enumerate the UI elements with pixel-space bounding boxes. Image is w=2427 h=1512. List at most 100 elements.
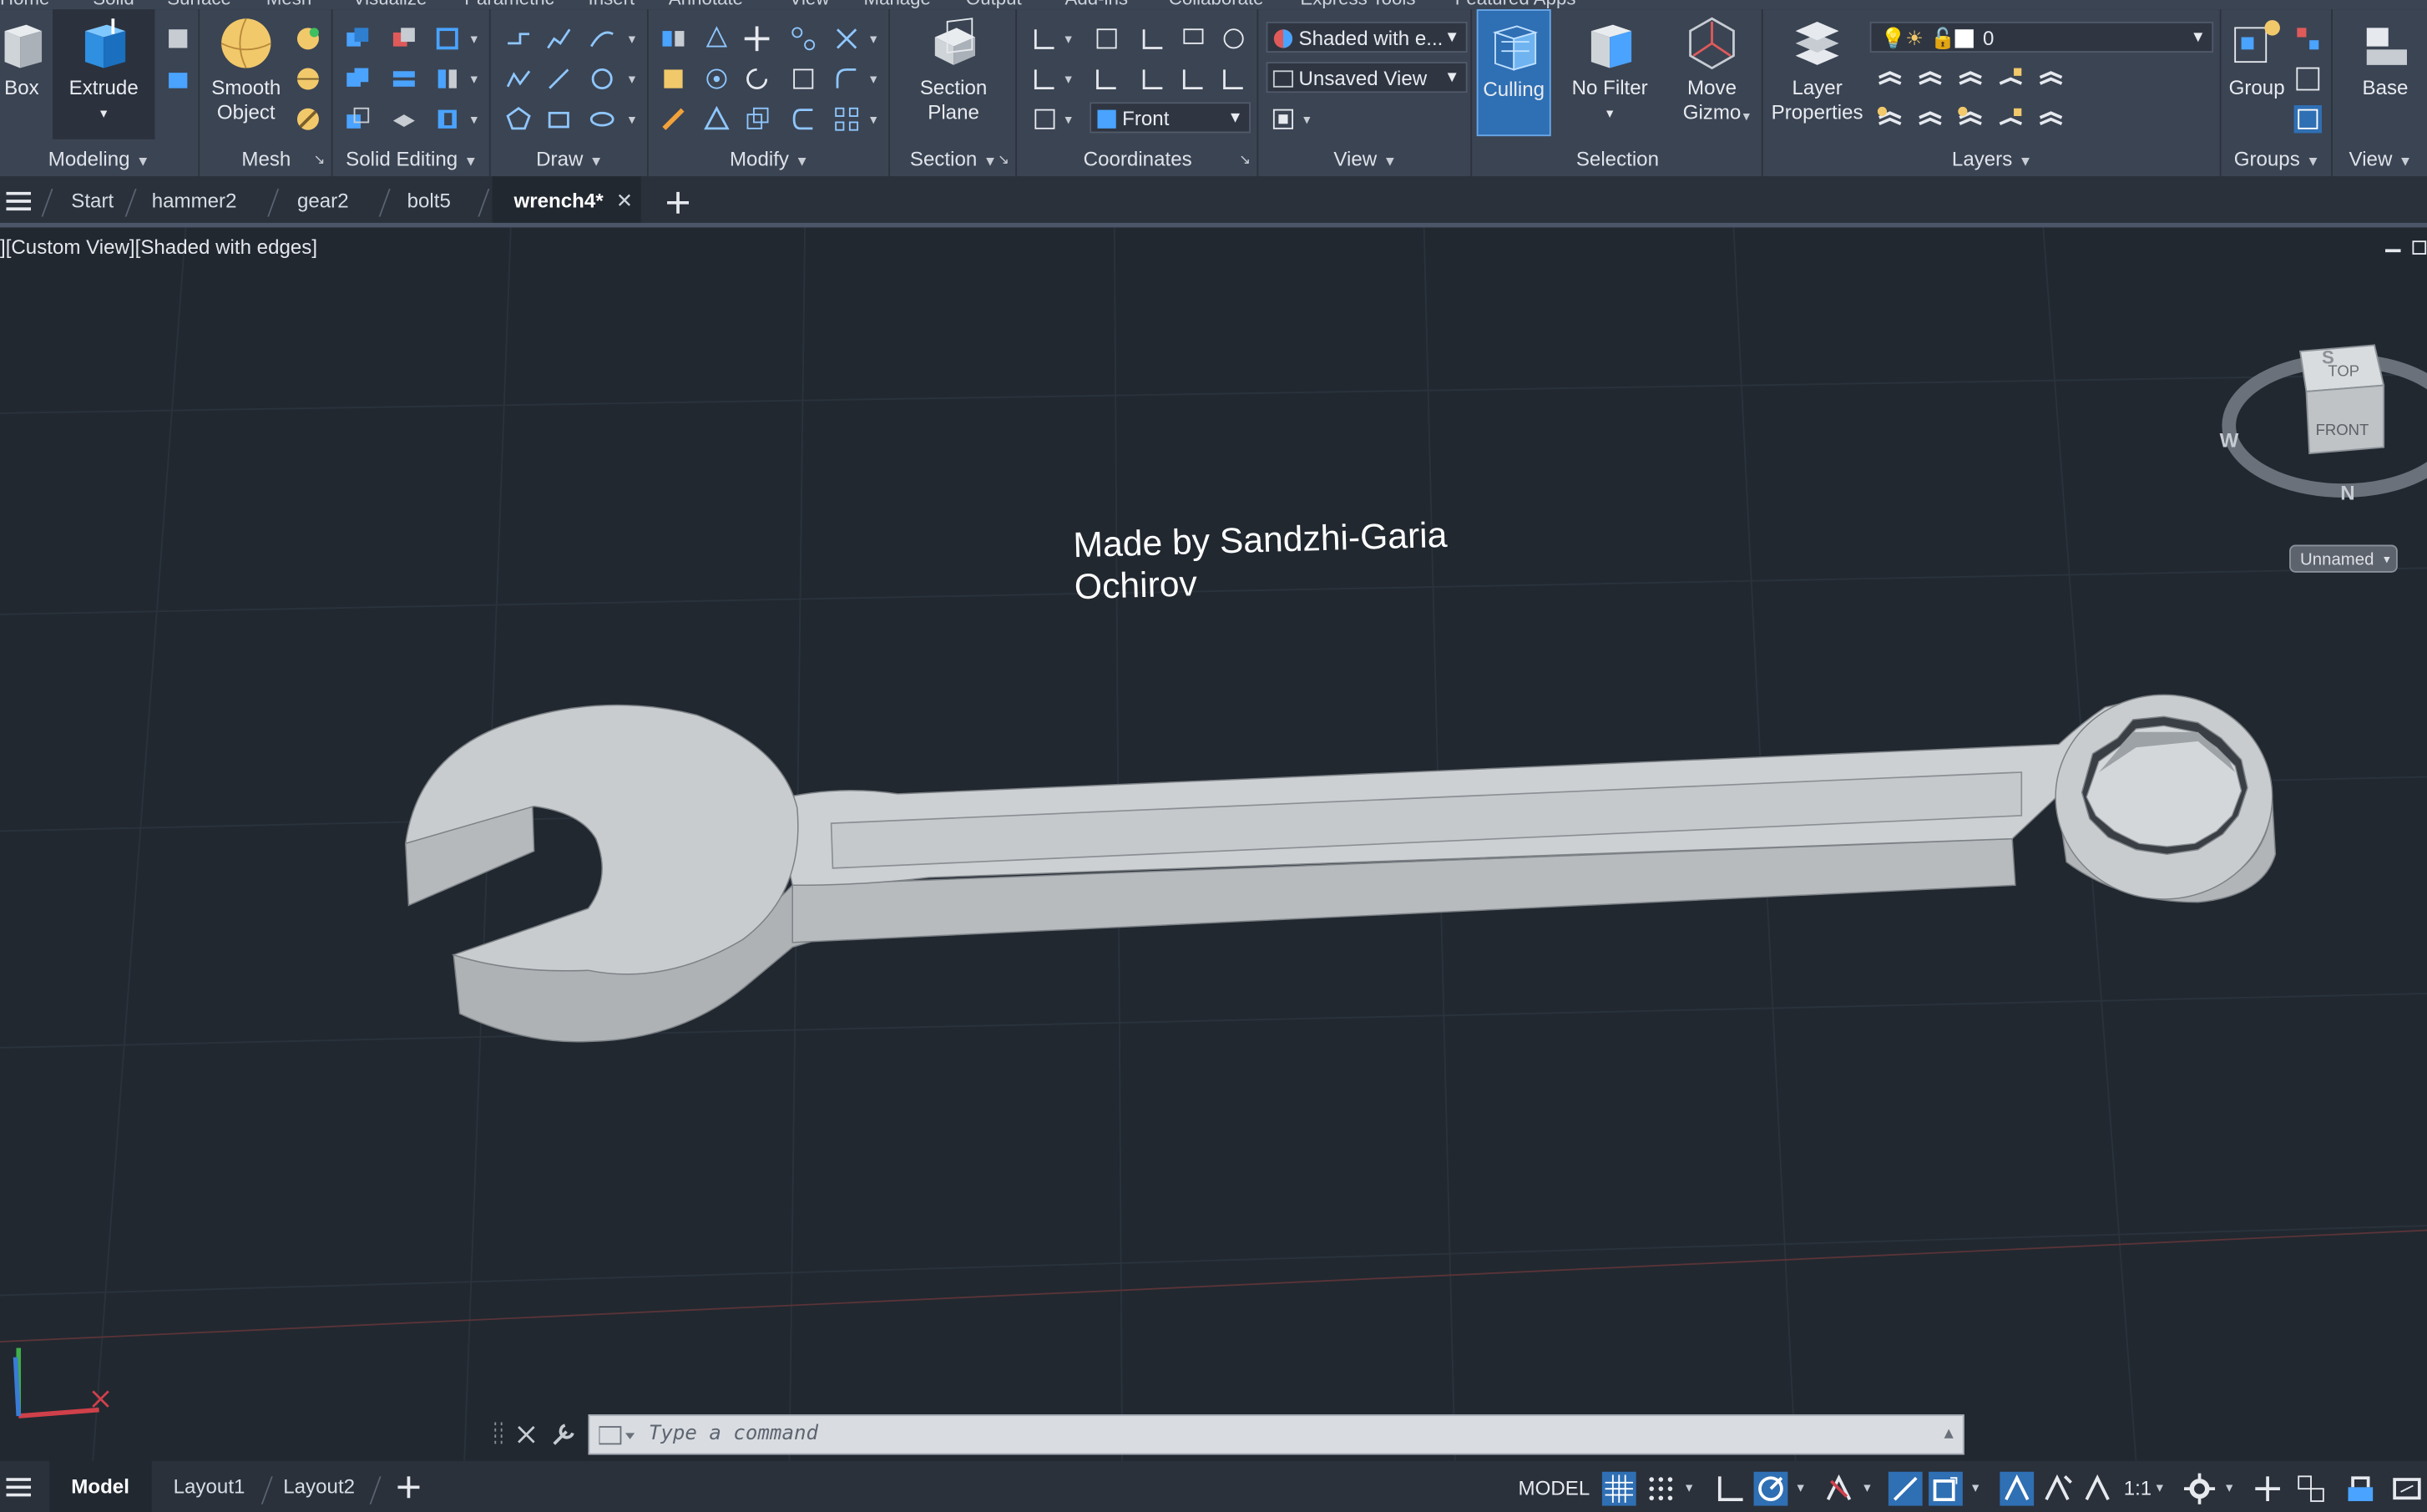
polar-dropdown[interactable]: ▾ (1797, 1479, 1803, 1496)
modify-dropdown-2[interactable]: ▾ (870, 71, 877, 88)
viewcube[interactable]: TOP FRONT S W N (2213, 339, 2427, 513)
tab-hammer2[interactable]: hammer2 (152, 176, 237, 225)
modify-dropdown-3[interactable]: ▾ (870, 111, 877, 128)
3d-polyline-icon[interactable] (545, 25, 573, 53)
group-button[interactable]: Group (2222, 16, 2291, 101)
layer-tool-5-icon[interactable] (2037, 65, 2065, 93)
mesh-add-icon[interactable] (294, 25, 321, 53)
extrude-dropdown-caret[interactable]: ▾ (53, 100, 154, 125)
compass-w-label[interactable]: W (2220, 430, 2239, 453)
draw-dropdown-1[interactable]: ▾ (629, 31, 635, 48)
layer-tool-1-icon[interactable] (1876, 65, 1904, 93)
union-icon[interactable] (344, 25, 372, 53)
tab-layout2[interactable]: Layout2 (283, 1461, 355, 1512)
menu-item-addins[interactable]: Add-ins (1065, 0, 1128, 9)
interfere-icon[interactable] (344, 105, 372, 133)
layer-tool-4-icon[interactable] (1997, 65, 2025, 93)
helix-icon[interactable] (589, 25, 616, 53)
menu-item-view[interactable]: View (790, 0, 830, 9)
object-snap-dropdown[interactable]: ▾ (1972, 1479, 1979, 1496)
smooth-object-button[interactable]: Smooth Object (205, 16, 288, 126)
3d-array-icon[interactable] (703, 65, 731, 93)
culling-button[interactable]: Culling (1476, 9, 1551, 137)
hamburger-menu-icon[interactable] (6, 190, 32, 212)
text-object-credit[interactable]: Made by Sandzhi-Garia Ochirov (1073, 514, 1449, 609)
ungroup-icon[interactable] (2294, 25, 2322, 53)
layer-tool-6-icon[interactable] (1876, 105, 1904, 133)
menu-item-express-tools[interactable]: Express Tools (1300, 0, 1415, 9)
panel-title-view[interactable]: View ▼ (1260, 145, 1470, 173)
layer-tool-3-icon[interactable] (1956, 65, 1984, 93)
layer-tool-10-icon[interactable] (2037, 105, 2065, 133)
scale-icon[interactable] (703, 105, 731, 133)
menu-item-visualize[interactable]: Visualize (353, 0, 427, 9)
rotate-icon[interactable] (743, 65, 771, 93)
layer-properties-button[interactable]: Layer Properties (1767, 16, 1867, 126)
ucs-object-icon[interactable] (1220, 25, 1247, 53)
visual-style-dropdown[interactable]: Shaded with e... ▼ (1266, 21, 1468, 53)
command-history-caret-icon[interactable]: ▲ (1944, 1416, 1954, 1453)
copy-icon[interactable] (743, 105, 771, 133)
solid-edit-dropdown-2[interactable]: ▾ (471, 71, 478, 88)
annotation-visibility-icon[interactable] (2000, 1471, 2035, 1506)
workspace-dropdown[interactable]: ▾ (2226, 1479, 2232, 1496)
rectangle-icon[interactable] (545, 105, 573, 133)
fillet-icon[interactable] (832, 65, 860, 93)
close-tab-icon[interactable]: ✕ (616, 176, 633, 225)
align-icon[interactable] (660, 65, 687, 93)
named-view-dropdown[interactable]: Unsaved View ▼ (1266, 62, 1468, 94)
ucs-dropdown-1[interactable]: ▾ (1065, 31, 1072, 48)
panel-title-layers[interactable]: Layers ▼ (1765, 145, 2220, 173)
circle-icon[interactable] (589, 65, 616, 93)
grid-display-icon[interactable] (1601, 1471, 1636, 1506)
layer-tool-2-icon[interactable] (1916, 65, 1944, 93)
tab-model[interactable]: Model (49, 1460, 151, 1512)
annotation-monitor-plus-icon[interactable] (2251, 1472, 2285, 1506)
tab-start[interactable]: Start (71, 176, 114, 225)
menu-item-output[interactable]: Output (966, 0, 1022, 9)
wrench-model[interactable] (0, 227, 2427, 1460)
scale-dropdown[interactable]: ▾ (2156, 1479, 2163, 1496)
panel-title-coordinates[interactable]: Coordinates ↘ (1019, 145, 1257, 173)
thicken-icon[interactable] (390, 105, 417, 133)
presspull-icon[interactable] (164, 25, 192, 53)
menu-item-collaborate[interactable]: Collaborate (1169, 0, 1264, 9)
slice-icon[interactable] (390, 65, 417, 93)
viewport-config-dropdown[interactable]: ▾ (1303, 111, 1310, 128)
line-icon[interactable] (545, 65, 573, 93)
layer-tool-9-icon[interactable] (1997, 105, 2025, 133)
panel-title-draw[interactable]: Draw ▼ (493, 145, 647, 173)
move-gizmo-dropdown[interactable]: ▾ (1743, 109, 1750, 125)
ucs-3point-icon[interactable] (1220, 65, 1247, 93)
ucs-zaxis-icon[interactable] (1180, 65, 1207, 93)
panel-title-modify[interactable]: Modify ▼ (650, 145, 889, 173)
intersect-icon[interactable] (344, 65, 372, 93)
layer-tool-8-icon[interactable] (1956, 105, 1984, 133)
draw-dropdown-2[interactable]: ▾ (629, 71, 635, 88)
ucs-named-icon[interactable] (1031, 105, 1059, 133)
ucs-world-icon[interactable] (1093, 25, 1120, 53)
isodraft-icon[interactable] (1822, 1472, 1856, 1506)
clean-screen-icon[interactable] (2390, 1472, 2424, 1506)
stretch-icon[interactable] (790, 65, 817, 93)
viewcube-front-label[interactable]: FRONT (2316, 421, 2369, 438)
ucs-origin-icon[interactable] (1140, 25, 1167, 53)
object-snap-tracking-icon[interactable] (1888, 1471, 1923, 1506)
box-button[interactable]: Box (0, 16, 53, 101)
compass-n-label[interactable]: N (2340, 483, 2354, 505)
modify-dropdown-1[interactable]: ▾ (870, 31, 877, 48)
menu-item-surface[interactable]: Surface (167, 0, 231, 9)
group-edit-icon[interactable] (2294, 65, 2322, 93)
tab-bolt5[interactable]: bolt5 (407, 176, 451, 225)
group-select-toggle-icon[interactable] (2293, 105, 2322, 134)
mesh-crease-icon[interactable] (294, 105, 321, 133)
solid-edit-dropdown-1[interactable]: ▾ (471, 31, 478, 48)
panel-title-groups[interactable]: Groups ▼ (2222, 145, 2331, 173)
extrude-button[interactable]: Extrude ▾ (53, 9, 155, 139)
polygon-icon[interactable] (504, 105, 532, 133)
command-input[interactable]: Type a command ▲ (588, 1414, 1964, 1455)
solid-edit-dropdown-3[interactable]: ▾ (471, 111, 478, 128)
ucs-x-icon[interactable] (1093, 65, 1120, 93)
annotation-scale-value[interactable]: 1:1 (2124, 1472, 2152, 1506)
shell-icon[interactable] (433, 105, 461, 133)
